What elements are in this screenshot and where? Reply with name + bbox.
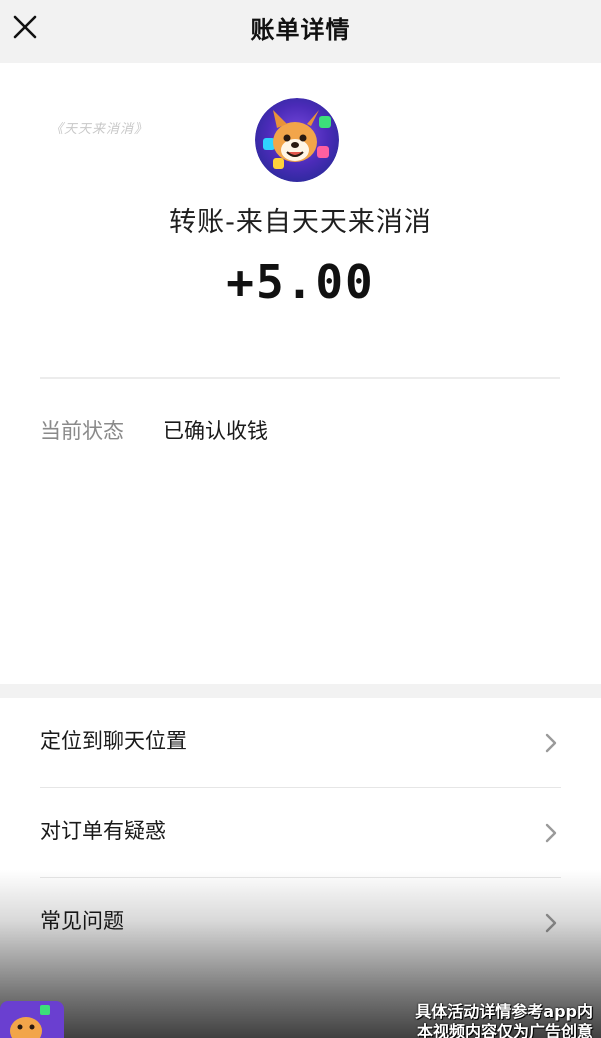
menu-item-faq[interactable]: 常见问题: [0, 878, 601, 968]
menu-item-label: 常见问题: [40, 909, 124, 933]
game-watermark: 《天天来消消》: [50, 122, 149, 137]
status-value: 已确认收钱: [163, 419, 268, 443]
bill-detail-page: 账单详情 《天天来消消》 转账-来自天天来消消 +5.00 当前状态 已确认收钱…: [0, 0, 601, 1038]
chevron-right-icon: [543, 732, 559, 754]
menu-item-locate-chat[interactable]: 定位到聊天位置: [0, 698, 601, 788]
status-label: 当前状态: [40, 419, 124, 443]
menu-item-order-question[interactable]: 对订单有疑惑: [0, 788, 601, 878]
menu-item-label: 对订单有疑惑: [40, 819, 166, 843]
disclaimer-line: 具体活动详情参考app内: [415, 1002, 593, 1021]
game-thumbnail-icon: [0, 1001, 64, 1038]
transfer-title: 转账-来自天天来消消: [169, 207, 432, 238]
divider: [40, 377, 560, 379]
action-menu: 定位到聊天位置 对订单有疑惑 常见问题: [0, 698, 601, 968]
chevron-right-icon: [543, 912, 559, 934]
chevron-right-icon: [543, 822, 559, 844]
top-navbar: 账单详情: [0, 0, 601, 63]
amount-value: +5.00: [226, 255, 375, 309]
game-mascot-avatar: [255, 98, 339, 182]
ad-disclaimer: 具体活动详情参考app内 本视频内容仅为广告创意: [415, 1002, 593, 1038]
section-separator: [0, 684, 601, 698]
menu-item-label: 定位到聊天位置: [40, 729, 187, 753]
page-title: 账单详情: [250, 16, 351, 44]
disclaimer-line: 本视频内容仅为广告创意: [416, 1022, 593, 1038]
